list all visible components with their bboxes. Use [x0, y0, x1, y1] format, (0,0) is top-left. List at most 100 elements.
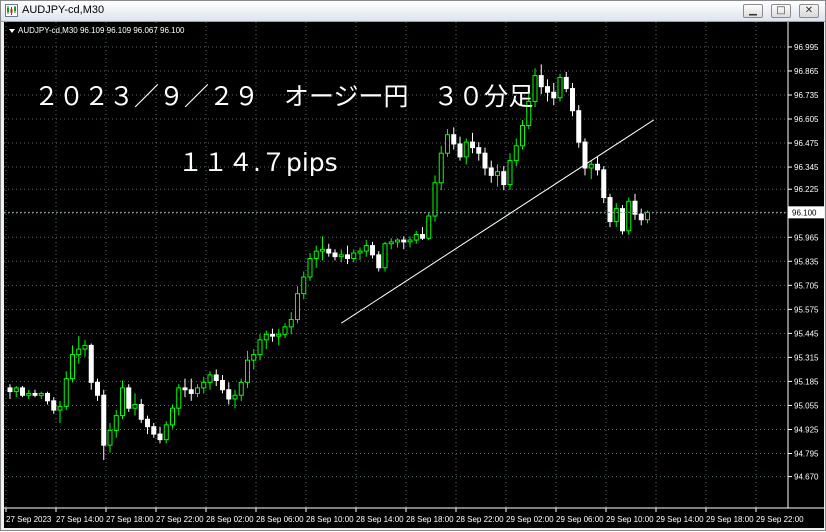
candle-body-bear — [226, 389, 232, 400]
candle — [245, 350, 250, 388]
candle — [7, 384, 13, 399]
candle — [251, 349, 257, 370]
candle — [476, 142, 482, 161]
candle-body-bear — [101, 394, 107, 446]
candle — [13, 386, 19, 398]
candle — [607, 193, 613, 228]
price-tick-label: 96.605 — [794, 115, 819, 124]
candlestick-chart[interactable]: 96.995 96.865 96.735 96.605 96.475 96.345 96.2… — [4, 22, 824, 528]
dropdown-arrow-icon[interactable] — [9, 29, 15, 33]
candle-body-bull — [645, 211, 650, 221]
candle — [151, 422, 157, 438]
candle-body-bull — [63, 378, 69, 407]
candle — [445, 129, 450, 157]
time-tick-label: 29 Sep 14:00 — [656, 515, 704, 524]
candle — [51, 397, 57, 414]
candle — [582, 138, 588, 176]
title-bar[interactable]: AUDJPY-cd,M30 ▁ □ ✕ — [1, 1, 825, 22]
candle-body-bull — [207, 374, 213, 383]
candle — [401, 236, 407, 250]
candle-body-bear — [151, 426, 157, 435]
candle-body-bull — [82, 344, 88, 350]
candle — [563, 71, 569, 93]
candle — [238, 378, 244, 401]
chart-area[interactable]: 96.995 96.865 96.735 96.605 96.475 96.345 96.2… — [4, 22, 824, 528]
candle — [95, 378, 100, 401]
candle-body-bear — [601, 169, 607, 199]
candle — [57, 400, 63, 423]
price-tick-label: 95.575 — [794, 305, 819, 314]
candle-body-bull — [170, 407, 175, 426]
candle — [407, 236, 413, 248]
candle-body-bull — [395, 239, 400, 243]
candle — [113, 410, 119, 438]
candle — [320, 236, 325, 261]
candle — [420, 227, 425, 241]
candle-body-bull — [495, 171, 500, 176]
candle-body-bear — [545, 86, 550, 93]
trend-line — [340, 119, 655, 324]
candle — [457, 136, 463, 161]
minimize-button[interactable]: ▁ — [743, 4, 763, 18]
candle-body-bear — [488, 167, 494, 176]
candle — [507, 153, 513, 191]
candle — [357, 247, 363, 261]
candle-body-bull — [388, 241, 394, 245]
candle-body-bear — [182, 387, 188, 391]
candle — [501, 166, 507, 191]
close-button[interactable]: ✕ — [799, 4, 819, 18]
candle-body-bull — [251, 354, 257, 361]
candle — [482, 147, 488, 176]
candle-body-bull — [413, 234, 419, 241]
candle — [632, 193, 638, 220]
candle — [82, 339, 88, 357]
candle-body-bear — [51, 400, 57, 411]
candle — [332, 249, 338, 261]
candle — [376, 251, 382, 272]
candle-body-bear — [638, 213, 644, 221]
time-tick-label: 29 Sep 06:00 — [556, 515, 604, 524]
candle-body-bull — [357, 250, 363, 254]
candle-body-bear — [138, 404, 144, 420]
candle-body-bull — [338, 254, 344, 258]
candle-body-bull — [382, 243, 388, 269]
candle-body-bull — [307, 258, 313, 278]
candle-body-bull — [513, 145, 519, 162]
candle — [270, 328, 275, 342]
candle — [307, 252, 313, 281]
candle — [207, 371, 213, 390]
time-axis: 27 Sep 2023 27 Sep 14:00 27 Sep 18:00 27 Se… — [5, 508, 804, 524]
candle — [188, 378, 194, 401]
candle — [370, 241, 375, 259]
candle — [557, 73, 563, 102]
candle — [257, 334, 263, 361]
candle — [382, 241, 388, 272]
candle-body-bear — [470, 141, 475, 149]
candle — [576, 105, 582, 148]
maximize-button[interactable]: □ — [771, 4, 791, 18]
price-tick-label: 94.795 — [794, 449, 819, 458]
candle — [470, 132, 475, 154]
candle — [570, 82, 575, 117]
time-tick-label: 27 Sep 14:00 — [56, 515, 104, 524]
candle — [220, 374, 225, 394]
candle — [88, 343, 94, 390]
candle-body-bull — [463, 141, 469, 158]
candle — [326, 243, 332, 257]
candle-body-bear — [576, 110, 582, 143]
candle — [138, 398, 144, 423]
candle-body-bear — [220, 379, 225, 391]
time-tick-label: 28 Sep 06:00 — [256, 515, 304, 524]
candle — [620, 204, 625, 235]
price-tick-label: 95.835 — [794, 257, 819, 266]
candle-body-bear — [607, 197, 613, 223]
time-tick-label: 28 Sep 02:00 — [206, 515, 254, 524]
candle — [488, 160, 494, 183]
candle-body-bull — [532, 75, 538, 102]
candle-body-bear — [45, 392, 50, 402]
candle-body-bull — [201, 381, 207, 389]
price-tick-label: 95.965 — [794, 233, 819, 242]
candle-body-bull — [426, 215, 432, 239]
candle-body-bull — [245, 359, 250, 383]
price-tick-label: 95.315 — [794, 353, 819, 362]
